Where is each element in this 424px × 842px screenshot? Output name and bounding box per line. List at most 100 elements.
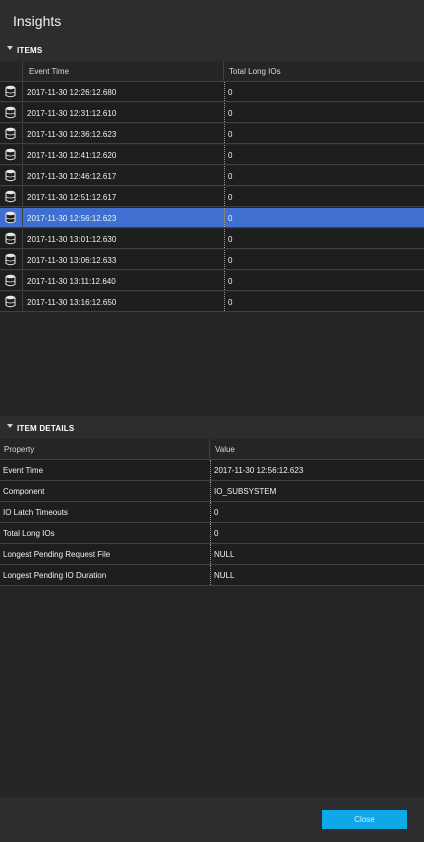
column-header-event-time[interactable]: Event Time [23,61,224,82]
row-icon-cell [0,166,23,185]
items-grid: Event Time Total Long IOs 2017-11-30 12:… [0,61,424,416]
value-cell: NULL [214,550,235,559]
row-icon-cell [0,145,23,164]
column-divider [210,460,211,480]
event-time-cell: 2017-11-30 12:31:12.610 [27,109,117,118]
row-icon-cell [0,250,23,269]
collapse-triangle-icon[interactable] [7,46,13,50]
event-time-cell: 2017-11-30 12:51:12.617 [27,193,117,202]
property-cell: Longest Pending Request File [3,550,111,559]
property-cell: Event Time [3,466,44,475]
details-grid: Property Value Event Time 2017-11-30 12:5… [0,439,424,797]
items-section-header[interactable]: ITEMS [0,42,424,60]
total-long-ios-cell: 0 [228,172,233,181]
row-icon-cell [0,103,23,122]
column-divider [224,229,225,248]
total-long-ios-cell: 0 [228,151,233,160]
collapse-triangle-icon[interactable] [7,424,13,428]
row-icon-cell [0,292,23,311]
table-row[interactable]: 2017-11-30 12:51:12.617 0 [0,187,424,207]
database-icon [5,211,16,224]
table-row[interactable]: 2017-11-30 12:26:12.680 0 [0,82,424,102]
column-header-property[interactable]: Property [0,439,210,460]
database-icon [5,274,16,287]
table-row[interactable]: 2017-11-30 12:56:12.623 0 [0,208,424,228]
column-divider [224,103,225,122]
property-cell: IO Latch Timeouts [3,508,68,517]
event-time-cell: 2017-11-30 12:41:12.620 [27,151,117,160]
total-long-ios-cell: 0 [228,214,233,223]
event-time-cell: 2017-11-30 12:26:12.680 [27,88,117,97]
table-row[interactable]: 2017-11-30 13:01:12.630 0 [0,229,424,249]
column-divider [224,166,225,185]
column-divider [210,523,211,543]
property-cell: Total Long IOs [3,529,55,538]
total-long-ios-cell: 0 [228,256,233,265]
event-time-cell: 2017-11-30 13:06:12.633 [27,256,117,265]
value-cell: 0 [214,508,219,517]
total-long-ios-cell: 0 [228,193,233,202]
column-divider [224,187,225,206]
database-icon [5,169,16,182]
table-row[interactable]: 2017-11-30 12:31:12.610 0 [0,103,424,123]
row-icon-cell [0,229,23,248]
event-time-cell: 2017-11-30 13:11:12.640 [27,277,116,286]
event-time-cell: 2017-11-30 13:16:12.650 [27,298,117,307]
table-row[interactable]: 2017-11-30 12:46:12.617 0 [0,166,424,186]
property-cell: Component [3,487,45,496]
table-row[interactable]: 2017-11-30 12:41:12.620 0 [0,145,424,165]
database-icon [5,106,16,119]
database-icon [5,148,16,161]
event-time-cell: 2017-11-30 12:36:12.623 [27,130,117,139]
details-section-header[interactable]: ITEM DETAILS [0,420,424,438]
total-long-ios-cell: 0 [228,130,233,139]
event-time-cell: 2017-11-30 12:46:12.617 [27,172,117,181]
column-divider [224,124,225,143]
total-long-ios-cell: 0 [228,235,233,244]
total-long-ios-cell: 0 [228,88,233,97]
value-cell: IO_SUBSYSTEM [214,487,277,496]
table-row[interactable]: 2017-11-30 13:16:12.650 0 [0,292,424,312]
window-title: Insights [13,13,62,29]
row-icon-cell [0,271,23,290]
database-icon [5,295,16,308]
column-divider [224,292,225,311]
detail-row[interactable]: Component IO_SUBSYSTEM [0,481,424,502]
detail-row[interactable]: Longest Pending IO Duration NULL [0,565,424,586]
database-icon [5,190,16,203]
database-icon [5,232,16,245]
detail-row[interactable]: IO Latch Timeouts 0 [0,502,424,523]
icon-column-header [0,61,23,82]
column-divider [210,544,211,564]
event-time-cell: 2017-11-30 12:56:12.623 [27,214,117,223]
column-divider [210,481,211,501]
column-divider [224,208,225,227]
table-row[interactable]: 2017-11-30 12:36:12.623 0 [0,124,424,144]
property-cell: Longest Pending IO Duration [3,571,107,580]
column-header-total-long-ios[interactable]: Total Long IOs [224,61,424,82]
database-icon [5,253,16,266]
row-icon-cell [0,208,23,227]
value-cell: 0 [214,529,219,538]
table-row[interactable]: 2017-11-30 13:11:12.640 0 [0,271,424,291]
detail-row[interactable]: Event Time 2017-11-30 12:56:12.623 [0,460,424,481]
row-icon-cell [0,124,23,143]
row-icon-cell [0,82,23,101]
database-icon [5,127,16,140]
column-header-value[interactable]: Value [210,439,424,460]
total-long-ios-cell: 0 [228,109,233,118]
column-divider [224,271,225,290]
close-button[interactable]: Close [322,810,407,829]
total-long-ios-cell: 0 [228,277,233,286]
window-title-bar: Insights [0,0,424,40]
detail-row[interactable]: Total Long IOs 0 [0,523,424,544]
column-divider [224,145,225,164]
total-long-ios-cell: 0 [228,298,233,307]
database-icon [5,85,16,98]
row-icon-cell [0,187,23,206]
table-row[interactable]: 2017-11-30 13:06:12.633 0 [0,250,424,270]
column-divider [224,250,225,269]
detail-row[interactable]: Longest Pending Request File NULL [0,544,424,565]
column-divider [210,502,211,522]
value-cell: 2017-11-30 12:56:12.623 [214,466,304,475]
